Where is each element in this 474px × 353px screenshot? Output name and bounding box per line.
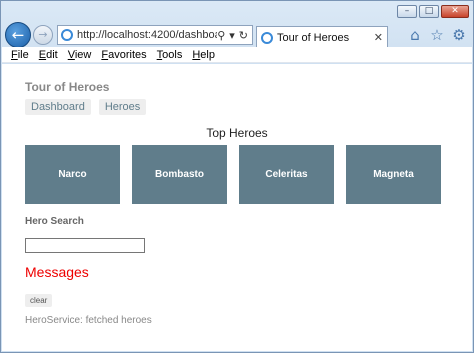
search-icon[interactable]: ⚲ [217,29,225,42]
address-tools: ⚲ ▾ ↻ [217,29,252,42]
tab-close-icon[interactable]: ✕ [374,31,383,44]
menu-file[interactable]: File [11,49,29,61]
menu-tools[interactable]: Tools [157,49,183,61]
gear-icon[interactable]: ⚙ [451,27,467,43]
minimize-button[interactable]: – [397,5,417,18]
menu-help[interactable]: Help [192,49,215,61]
refresh-icon[interactable]: ↻ [239,29,248,42]
close-window-button[interactable]: ✕ [441,5,469,18]
message-item: HeroService: fetched heroes [25,315,152,326]
nav-heroes-link[interactable]: Heroes [98,99,147,115]
clear-messages-button[interactable]: clear [25,294,53,307]
toolbar-icons: ⌂ ☆ ⚙ [407,27,469,43]
nav-dashboard-link[interactable]: Dashboard [25,99,91,115]
page-content: Tour of Heroes Dashboard Heroes Top Hero… [2,64,472,351]
navigation-bar: ← → http://localhost:4200/dashboard ⚲ ▾ … [5,21,469,49]
menu-edit[interactable]: Edit [39,49,58,61]
hero-name: Narco [58,169,87,180]
tab-title: Tour of Heroes [277,31,350,44]
hero-name: Magneta [373,169,414,180]
app-nav: Dashboard Heroes [25,99,147,115]
hero-search-label: Hero Search [25,216,84,227]
tab-favicon-icon [261,31,273,44]
home-icon[interactable]: ⌂ [407,27,423,43]
window-controls: – □ ✕ [397,5,469,18]
browser-window: – □ ✕ ← → http://localhost:4200/dashboar… [0,0,474,353]
hero-card-narco[interactable]: Narco [25,145,120,204]
hero-name: Bombasto [155,169,204,180]
menu-bar: File Edit View Favorites Tools Help [2,47,472,63]
hero-card-celeritas[interactable]: Celeritas [239,145,334,204]
back-button[interactable]: ← [5,22,31,48]
menu-view[interactable]: View [68,49,92,61]
top-heroes-heading: Top Heroes [206,126,268,140]
maximize-button[interactable]: □ [419,5,439,18]
hero-card-bombasto[interactable]: Bombasto [132,145,227,204]
hero-search-input[interactable] [25,238,145,253]
app-title: Tour of Heroes [25,80,110,94]
browser-tab[interactable]: Tour of Heroes ✕ [256,26,388,48]
forward-button[interactable]: → [33,25,53,45]
favorites-star-icon[interactable]: ☆ [429,27,445,43]
messages-heading: Messages [25,264,89,280]
hero-name: Celeritas [265,169,308,180]
hero-card-magneta[interactable]: Magneta [346,145,441,204]
dropdown-icon[interactable]: ▾ [229,29,235,42]
address-text[interactable]: http://localhost:4200/dashboard [77,29,217,41]
address-bar[interactable]: http://localhost:4200/dashboard ⚲ ▾ ↻ [57,25,253,45]
hero-grid: Narco Bombasto Celeritas Magneta [25,145,441,204]
menu-favorites[interactable]: Favorites [101,49,146,61]
new-tab-button[interactable] [390,27,406,43]
ie-page-icon [61,29,73,41]
